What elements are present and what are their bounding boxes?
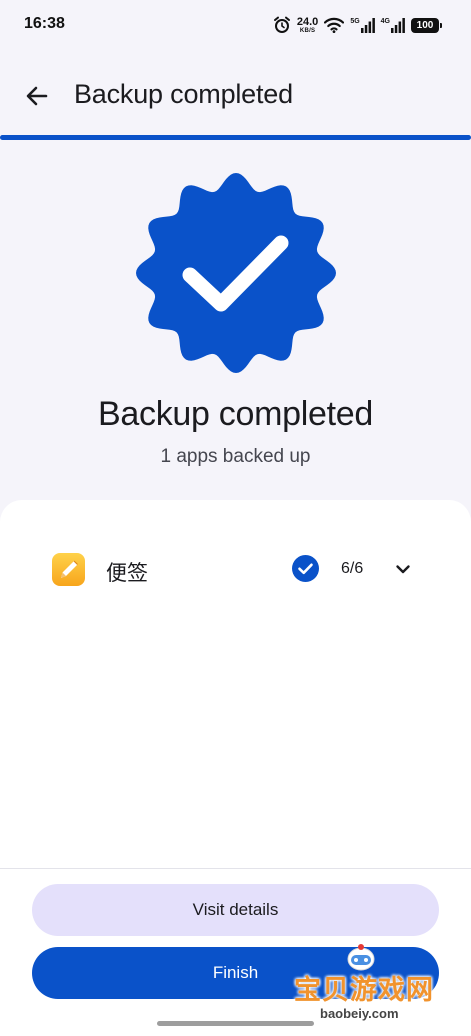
backup-progress-fill	[0, 135, 471, 140]
network-speed-unit: KB/S	[299, 27, 316, 34]
backup-completed-screen: 16:38 24.0 KB/S 5G 4G 100 Backup complet…	[0, 0, 471, 1036]
visit-details-button[interactable]: Visit details	[32, 884, 439, 936]
list-item[interactable]: 便签 6/6	[0, 544, 471, 594]
arrow-back-icon	[26, 86, 48, 106]
app-item-count: 6/6	[341, 560, 364, 577]
finish-button[interactable]: Finish	[32, 947, 439, 999]
battery-level: 100	[416, 19, 434, 31]
result-title: Backup completed	[98, 395, 373, 433]
signal-5g: 5G	[350, 17, 375, 33]
signal-4g: 4G	[380, 17, 405, 33]
backup-progress-bar	[0, 135, 471, 140]
status-time: 16:38	[24, 15, 65, 32]
status-bar: 16:38 24.0 KB/S 5G 4G 100	[0, 0, 471, 52]
signal-icon	[391, 17, 405, 33]
notes-pencil-icon	[52, 553, 85, 586]
network-speed-value: 24.0	[296, 15, 319, 28]
chevron-down-icon	[396, 565, 410, 574]
signal-icon	[360, 17, 375, 33]
alarm-icon	[273, 16, 291, 34]
check-circle-icon	[292, 555, 319, 582]
expand-button[interactable]	[388, 554, 418, 584]
network-speed: 24.0 KB/S	[296, 15, 319, 34]
page-title: Backup completed	[74, 79, 293, 109]
signal-5g-tag: 5G	[350, 17, 360, 25]
app-name: 便签	[106, 561, 148, 585]
status-icons: 24.0 KB/S 5G 4G 100	[273, 14, 442, 36]
signal-4g-tag: 4G	[380, 17, 390, 25]
home-indicator[interactable]	[157, 1021, 314, 1026]
backed-up-apps-card: 便签 6/6	[0, 500, 471, 868]
back-button[interactable]	[17, 76, 57, 116]
result-subtitle: 1 apps backed up	[160, 446, 311, 467]
battery-icon: 100	[411, 17, 442, 33]
verified-check-badge-icon	[136, 173, 336, 373]
top-app-bar: Backup completed	[0, 60, 471, 132]
wifi-icon	[324, 17, 345, 33]
